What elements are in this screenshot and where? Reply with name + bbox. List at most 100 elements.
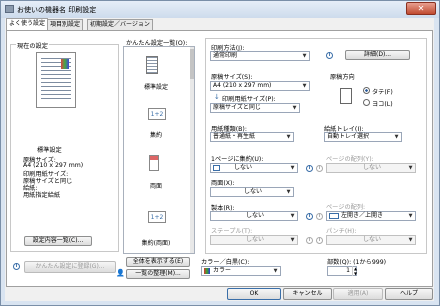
print-method-select[interactable]: 通常印刷 ▼ (210, 51, 310, 61)
cancel-button[interactable]: キャンセル (283, 288, 332, 300)
binding-select[interactable]: しない ▼ (210, 211, 298, 221)
book-icon (329, 212, 339, 219)
duplex-preset-icon (149, 155, 159, 171)
info-icon[interactable]: i (13, 263, 20, 270)
details-button[interactable]: 詳細(D)... (345, 50, 410, 60)
chevron-down-icon: ▼ (408, 237, 413, 243)
standard-preset-icon (146, 56, 158, 74)
page-layout-label: ページの配列(Y): (326, 156, 374, 163)
preview-image (61, 59, 69, 69)
binding-dir-label: ページの配列: (326, 204, 366, 211)
tray-value: 自動トレイ選択 (327, 133, 370, 140)
copies-label: 部数(Q): (1から999) (327, 259, 387, 266)
nup-label: 1ページに集約(U): (211, 156, 264, 163)
chevron-down-icon: ▼ (290, 165, 295, 171)
settings-list-button[interactable]: 設定内容一覧(C)... (24, 236, 92, 246)
chevron-down-icon: ▼ (286, 189, 291, 195)
page-icon (213, 164, 220, 171)
info-icon[interactable]: i (306, 213, 313, 220)
staple-label: ステープル(T): (211, 228, 253, 235)
landscape-radio[interactable] (363, 99, 370, 106)
binding-dir-value: 左開き／上開き (341, 212, 384, 219)
chevron-down-icon: ▼ (408, 165, 413, 171)
apply-button: 適用(A) (333, 288, 383, 300)
info-icon: i (316, 165, 323, 172)
scroll-thumb[interactable] (190, 49, 194, 79)
ok-button[interactable]: OK (227, 288, 281, 300)
copies-stepper[interactable]: ▲ ▼ (352, 266, 358, 276)
nup-duplex-preset-icon: 1+2 (148, 211, 166, 223)
page-layout-select: しない ▼ (326, 163, 416, 173)
chevron-down-icon: ▼ (408, 213, 413, 219)
chevron-down-icon: ▼ (286, 134, 291, 140)
punch-select: しない ▼ (326, 235, 416, 245)
punch-value: しない (362, 236, 381, 243)
preset-nup-duplex[interactable]: 集約(両面) (128, 238, 184, 247)
portrait-label: タテ(F) (372, 89, 393, 96)
portrait-icon (340, 88, 352, 104)
binding-direction-select[interactable]: 左開き／上開き ▼ (326, 211, 416, 221)
show-all-button[interactable]: 全体を表示する(E) (126, 257, 190, 267)
page-layout-value: しない (362, 164, 381, 171)
nup-preset-icon: 1+2 (148, 108, 166, 120)
manage-list-button[interactable]: 一覧の整理(M)... (126, 269, 190, 279)
chevron-down-icon: ▼ (290, 213, 295, 219)
info-icon: i (306, 237, 313, 244)
binding-value: しない (245, 212, 264, 219)
chevron-down-icon: ▼ (290, 237, 295, 243)
paper-type-value: 普通紙・再生紙 (213, 133, 256, 140)
info-icon[interactable]: i (306, 165, 313, 172)
print-paper-label: 印刷用紙サイズ(P): (222, 96, 276, 103)
nup-select[interactable]: しない ▼ (210, 163, 298, 173)
print-paper-select[interactable]: 原稿サイズと同じ ▼ (210, 103, 300, 113)
current-settings-label: 現在の設定 (16, 41, 49, 50)
tray-select[interactable]: 自動トレイ選択 ▼ (324, 132, 402, 142)
paper-size-value: A4 (210 x 297 mm) (213, 82, 272, 89)
info-icon: i (316, 237, 323, 244)
staple-value: しない (245, 236, 264, 243)
title-bar[interactable]: お使いの機器名 印刷設定 ✕ (1, 1, 439, 18)
duplex-label: 両面(X): (211, 180, 235, 187)
chevron-down-icon: ▼ (292, 105, 297, 111)
paper-size-select[interactable]: A4 (210 x 297 mm) ▼ (210, 81, 310, 91)
landscape-label: ヨコ(L) (372, 101, 393, 108)
print-method-value: 通常印刷 (213, 52, 238, 59)
arrow-down-icon: ↓ (214, 93, 220, 101)
tab-defaults-version[interactable]: 初期設定／バージョン (87, 19, 153, 30)
nup-value: しない (234, 164, 253, 171)
preset-scrollbar[interactable] (190, 47, 194, 253)
info-icon: i (316, 213, 323, 220)
duplex-value: しない (243, 188, 262, 195)
summary-line: 用紙指定給紙 (23, 192, 61, 199)
chevron-down-icon: ▼ (273, 268, 278, 274)
color-label: カラー／白黒(C): (201, 259, 250, 266)
duplex-select[interactable]: しない ▼ (210, 187, 294, 197)
register-preset-button: かんたん設定に登録(G)... (24, 261, 116, 273)
color-icon (204, 267, 210, 274)
close-button[interactable]: ✕ (406, 2, 436, 15)
chevron-down-icon: ▼ (394, 134, 399, 140)
page-preview (36, 52, 76, 108)
paper-type-select[interactable]: 普通紙・再生紙 ▼ (210, 132, 294, 142)
settings-group (205, 38, 427, 254)
current-preset-name: 標準設定 (37, 147, 62, 154)
printer-icon (5, 5, 14, 13)
tab-frequent[interactable]: よく使う設定 (6, 18, 49, 30)
info-icon[interactable]: i (326, 52, 333, 59)
window-title: お使いの機器名 印刷設定 (17, 6, 97, 14)
preset-standard[interactable]: 標準設定 (136, 82, 176, 91)
user-icon: 👤 (116, 269, 125, 277)
preset-duplex[interactable]: 両面 (136, 181, 176, 190)
color-select[interactable]: カラー ▼ (201, 266, 281, 276)
summary-line: A4 (210 x 297 mm) (23, 162, 84, 169)
chevron-down-icon: ▼ (302, 53, 307, 59)
portrait-radio[interactable] (363, 87, 370, 94)
color-value: カラー (213, 267, 232, 274)
orientation-label: 原稿方向 (330, 74, 355, 81)
print-paper-value: 原稿サイズと同じ (213, 104, 261, 111)
preset-nup[interactable]: 集約 (136, 130, 176, 139)
chevron-down-icon: ▼ (302, 83, 307, 89)
help-button[interactable]: ヘルプ (385, 288, 433, 300)
tab-item-settings[interactable]: 項目別設定 (47, 19, 84, 30)
punch-label: パンチ(H): (326, 228, 357, 235)
